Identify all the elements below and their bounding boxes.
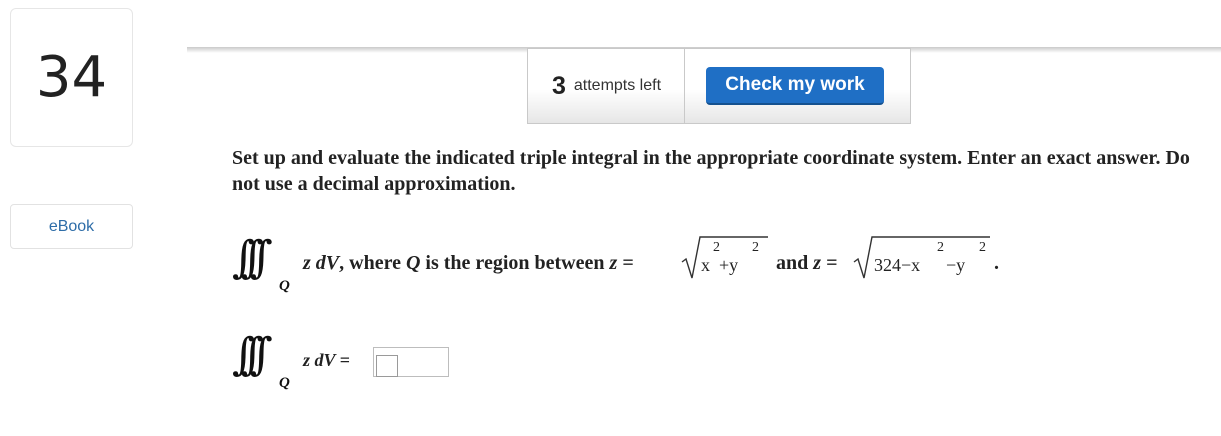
ebook-label: eBook: [48, 217, 95, 235]
sqrt2-exp-x: 2: [937, 240, 944, 255]
sqrt1-exp-y: 2: [752, 240, 759, 255]
sqrt2-minus-y: −y: [946, 255, 966, 275]
sqrt1-x: x: [701, 255, 710, 275]
sqrt1-exp-x: 2: [713, 240, 720, 255]
and-text: and: [776, 252, 809, 274]
radical-icon-2: [853, 236, 990, 279]
check-work-panel: Check my work: [684, 48, 911, 124]
region-text: Q: [405, 252, 421, 274]
triple-integral-icon-2: ∫∫∫: [232, 329, 273, 380]
z-equals-1: z =: [609, 252, 634, 274]
period: .: [994, 252, 999, 274]
check-my-work-button[interactable]: Check my work: [706, 67, 884, 105]
sqrt1-plus-y: +y: [719, 255, 739, 275]
sqrt-expression-2: 324−x 2 −y 2: [852, 235, 992, 280]
integrand-line: z dV, where Q is the region between z =: [303, 252, 634, 275]
integrand: z dV: [303, 252, 340, 274]
attempts-count: 3: [551, 71, 566, 100]
sqrt2-exp-y: 2: [979, 240, 986, 255]
region-subscript-2: Q: [279, 375, 290, 391]
question-number: 34: [35, 45, 108, 110]
region-subscript: Q: [279, 278, 290, 294]
ebook-button[interactable]: eBook: [10, 204, 133, 249]
answer-prefix: z dV =: [303, 350, 350, 370]
sqrt-expression-1: x 2 +y 2: [680, 235, 770, 280]
triple-integral-icon: ∫∫∫: [232, 232, 273, 283]
and-clause: and z =: [776, 252, 837, 275]
problem-instructions: Set up and evaluate the indicated triple…: [232, 147, 1190, 195]
question-number-card: 34: [10, 8, 133, 147]
where-text: , where: [339, 252, 401, 274]
attempts-indicator: 3 attempts left: [527, 48, 685, 124]
check-my-work-label: Check my work: [725, 74, 865, 95]
region-desc: is the region between: [425, 252, 605, 274]
answer-cursor-box: [376, 355, 398, 377]
z-equals-2: z =: [813, 252, 838, 274]
sqrt2-const-x: 324−x: [874, 255, 921, 275]
attempts-label: attempts left: [573, 77, 662, 94]
